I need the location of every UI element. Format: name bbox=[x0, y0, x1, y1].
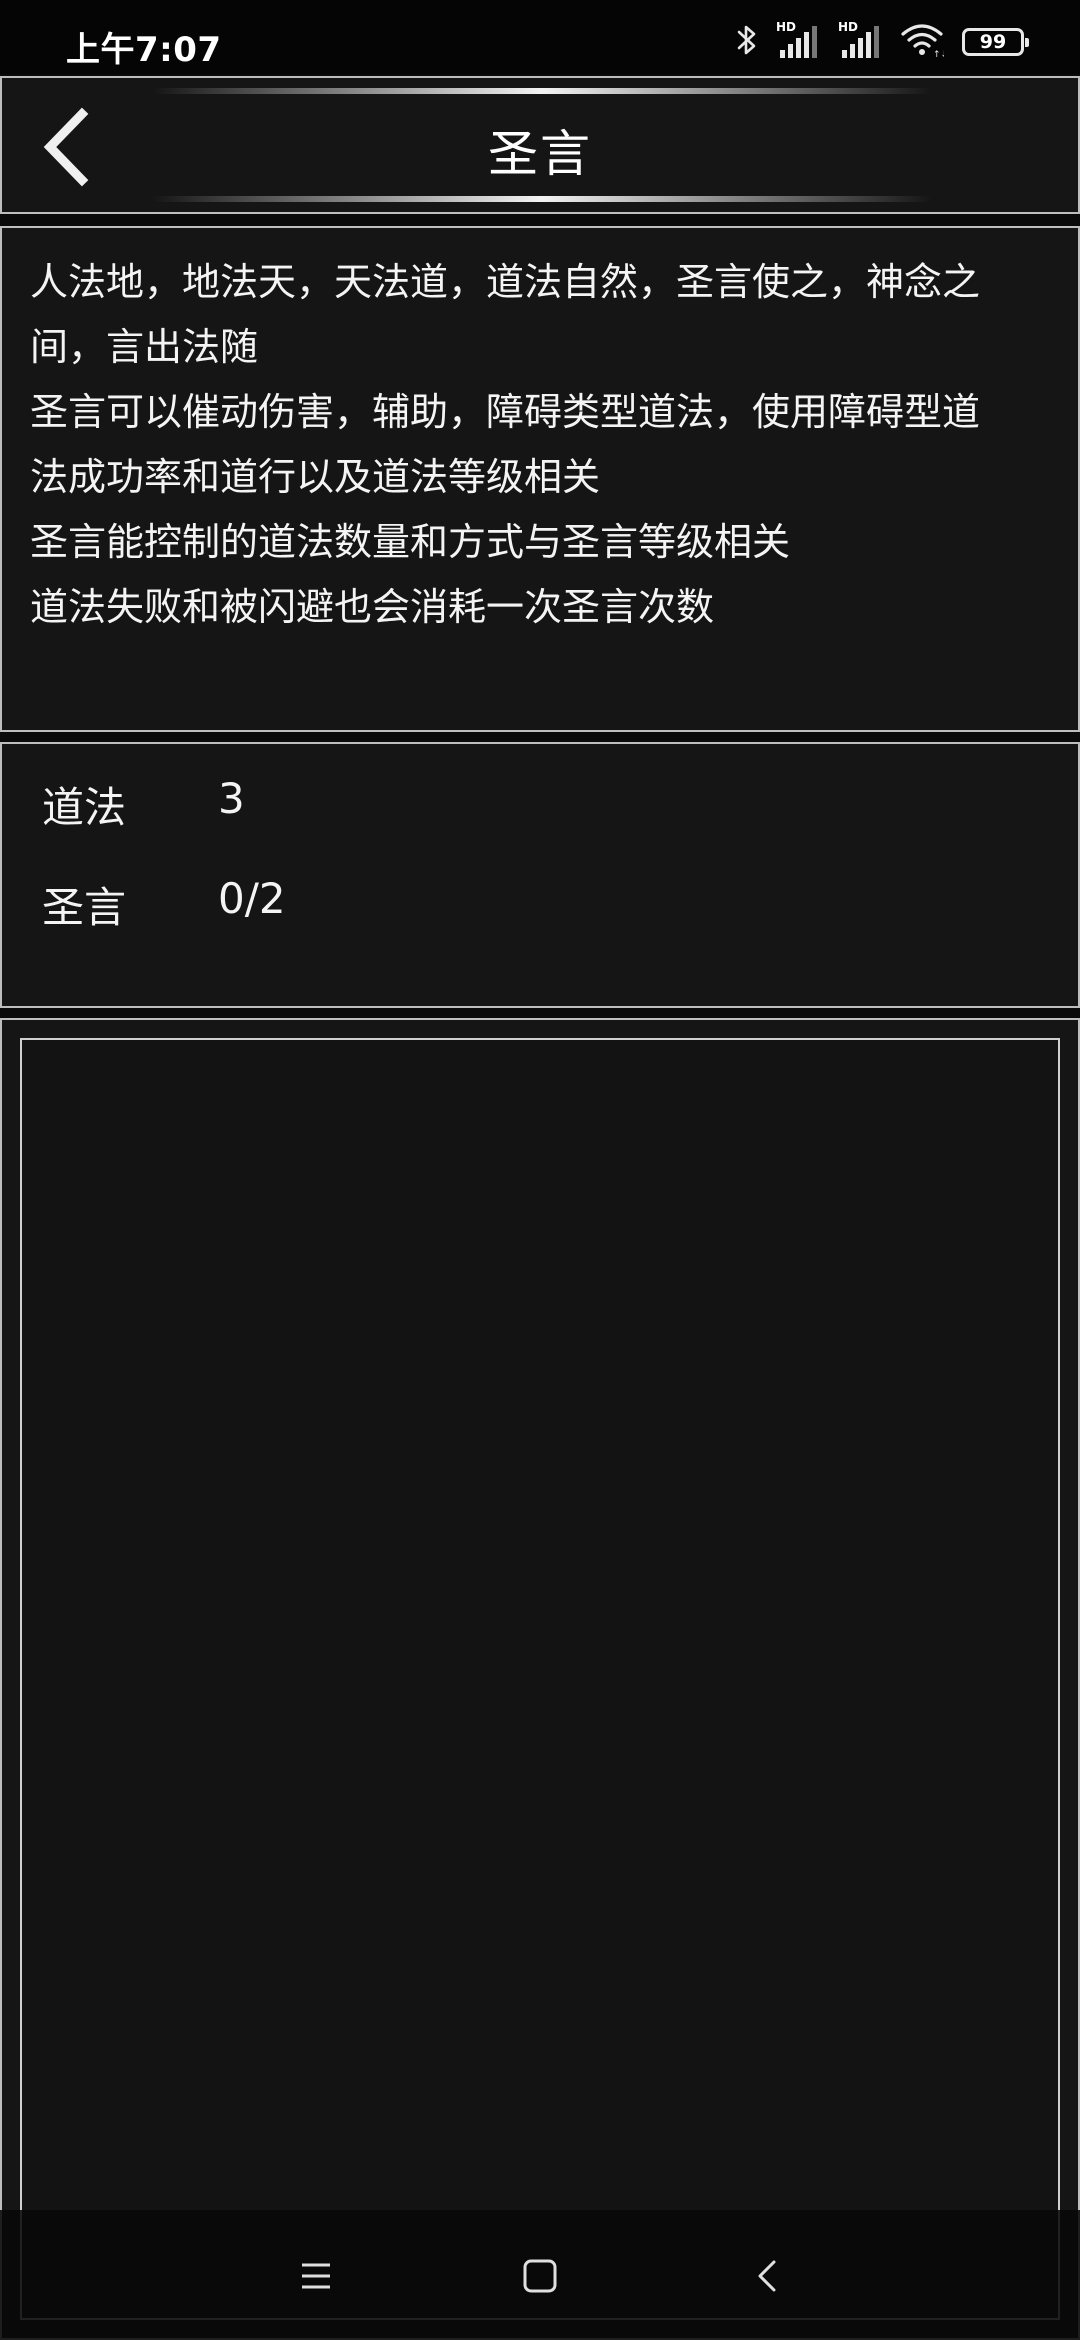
status-icons: HD HD ↑ 99 bbox=[736, 20, 1029, 62]
page-title: 圣言 bbox=[488, 125, 592, 183]
signal-icon: HD bbox=[776, 20, 820, 60]
description-line: 圣言可以催动伤害，辅助，障碍类型道法，使用障碍型道 bbox=[30, 390, 981, 434]
stat-row-daofa: 道法 3 bbox=[42, 774, 245, 835]
bluetooth-icon bbox=[736, 22, 758, 62]
battery-level: 99 bbox=[979, 30, 1007, 53]
description-panel: 人法地，地法天，天法道，道法自然，圣言使之，神念之 间，言出法随 圣言可以催动伤… bbox=[0, 226, 1080, 732]
description-text: 人法地，地法天，天法道，道法自然，圣言使之，神念之 间，言出法随 圣言可以催动伤… bbox=[30, 250, 1040, 640]
back-icon bbox=[758, 2260, 776, 2292]
stat-label: 圣言 bbox=[42, 883, 127, 932]
status-time: 上午7:07 bbox=[66, 30, 222, 70]
description-line: 道法失败和被闪避也会消耗一次圣言次数 bbox=[30, 585, 715, 629]
stat-value: 3 bbox=[218, 774, 245, 823]
stat-value: 0/2 bbox=[218, 874, 286, 923]
signal-icon: HD bbox=[838, 20, 882, 60]
stats-panel: 道法 3 圣言 0/2 bbox=[0, 742, 1080, 1008]
system-nav-bar bbox=[0, 2210, 1080, 2340]
nav-back-button[interactable] bbox=[740, 2248, 796, 2304]
skill-list-area[interactable] bbox=[20, 1038, 1060, 2320]
app-screen: 上午7:07 HD HD ↑ 99 圣言 人法地，地法天，天法道，道法自然，圣言… bbox=[0, 0, 1080, 2340]
description-line: 法成功率和道行以及道法等级相关 bbox=[30, 455, 601, 499]
description-line: 间，言出法随 bbox=[30, 325, 259, 369]
header-decor-line bbox=[152, 88, 932, 94]
description-line: 圣言能控制的道法数量和方式与圣言等级相关 bbox=[30, 520, 791, 564]
wifi-icon: ↑↓ bbox=[900, 22, 948, 62]
stat-row-shengyan: 圣言 0/2 bbox=[42, 874, 286, 935]
stat-label: 道法 bbox=[42, 783, 127, 832]
svg-text:↑↓: ↑↓ bbox=[933, 50, 944, 58]
home-icon bbox=[523, 2259, 557, 2293]
content-panel bbox=[0, 1018, 1080, 2340]
description-line: 人法地，地法天，天法道，道法自然，圣言使之，神念之 bbox=[30, 260, 981, 304]
nav-home-button[interactable] bbox=[512, 2248, 568, 2304]
header-decor-line bbox=[152, 196, 932, 202]
battery-icon: 99 bbox=[962, 28, 1029, 56]
header-bar: 圣言 bbox=[0, 76, 1080, 214]
nav-menu-button[interactable] bbox=[288, 2248, 344, 2304]
status-bar: 上午7:07 HD HD ↑ 99 bbox=[0, 0, 1080, 74]
menu-icon bbox=[302, 2263, 330, 2289]
